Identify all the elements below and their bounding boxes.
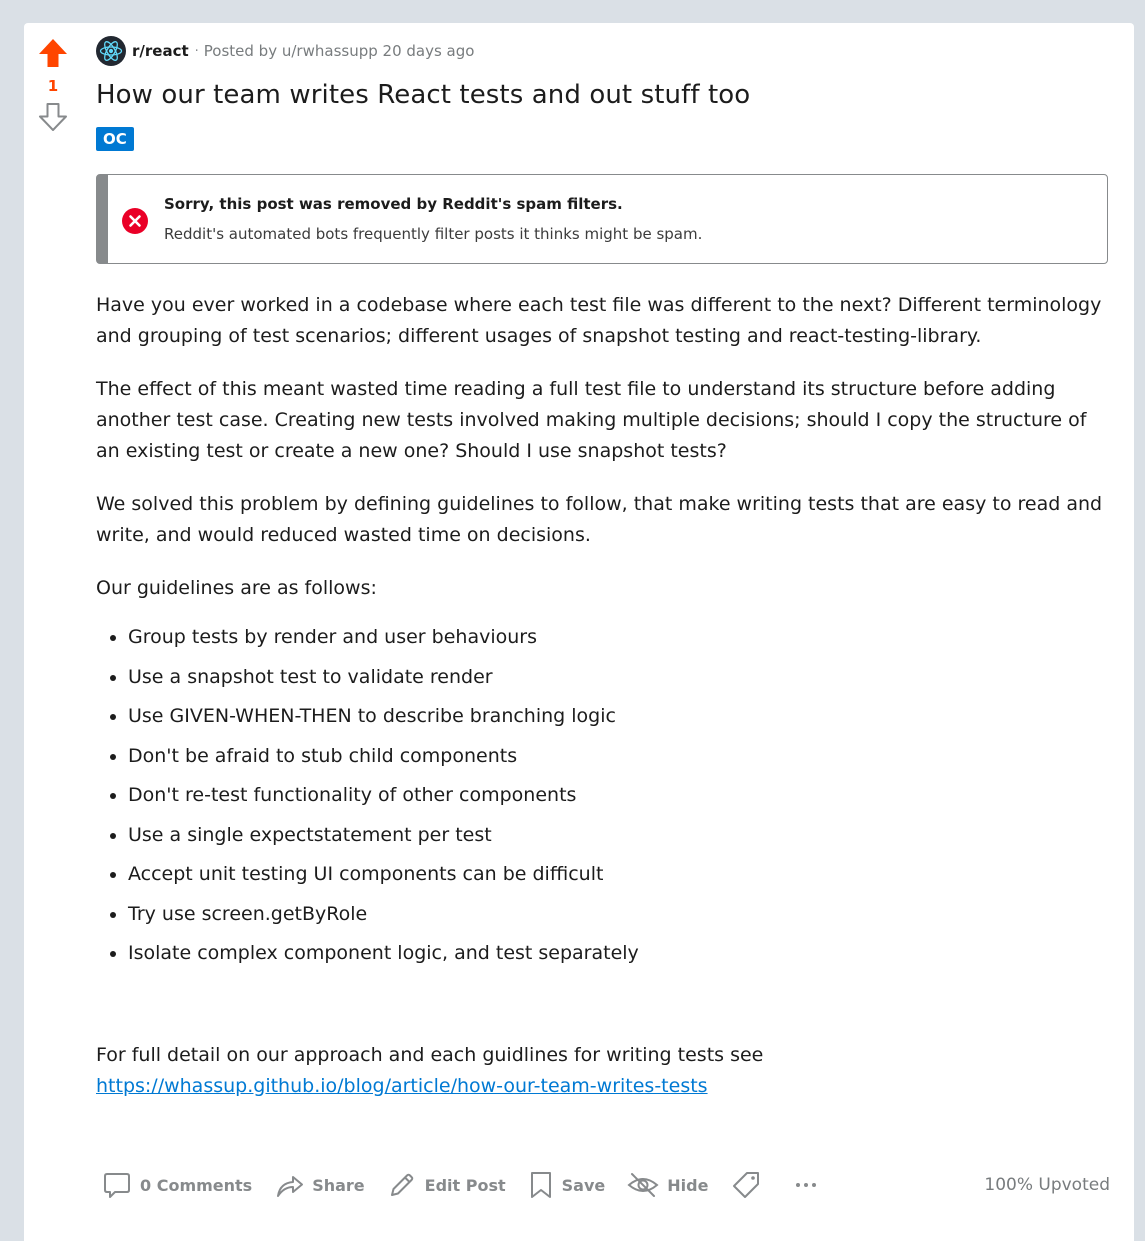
share-label: Share bbox=[312, 1175, 365, 1195]
post-timestamp[interactable]: 20 days ago bbox=[383, 42, 475, 60]
removal-text: Reddit's automated bots frequently filte… bbox=[164, 225, 703, 243]
post-meta: r/react · Posted by u/rwhassupp 20 days … bbox=[96, 35, 1110, 67]
list-item: Use GIVEN-WHEN-THEN to describe branchin… bbox=[128, 697, 1110, 737]
share-button[interactable]: Share bbox=[268, 1166, 370, 1204]
share-icon bbox=[277, 1176, 304, 1197]
post-flair[interactable]: OC bbox=[96, 127, 134, 151]
meta-separator: · bbox=[194, 43, 199, 59]
guidelines-list: Group tests by render and user behaviour… bbox=[96, 618, 1110, 974]
react-logo-icon bbox=[99, 41, 123, 61]
post-actions: 0 Comments Share Edit Post Save Hide 100… bbox=[96, 1163, 1110, 1207]
body-paragraph: The effect of this meant wasted time rea… bbox=[96, 378, 1087, 462]
error-icon bbox=[122, 208, 148, 234]
list-item: Try use screen.getByRole bbox=[128, 895, 1110, 935]
more-horizontal-icon bbox=[796, 1183, 817, 1187]
list-item: Don't be afraid to stub child components bbox=[128, 737, 1110, 777]
edit-post-label: Edit Post bbox=[424, 1175, 506, 1195]
author-link[interactable]: u/rwhassupp bbox=[282, 42, 378, 60]
body-paragraph: Our guidelines are as follows: bbox=[96, 577, 377, 599]
more-options-button[interactable] bbox=[786, 1166, 834, 1204]
comments-button[interactable]: 0 Comments bbox=[96, 1166, 258, 1204]
article-link[interactable]: https://whassup.github.io/blog/article/h… bbox=[96, 1075, 708, 1097]
hide-label: Hide bbox=[667, 1175, 709, 1195]
removal-notice: Sorry, this post was removed by Reddit's… bbox=[96, 174, 1108, 264]
post-title: How our team writes React tests and out … bbox=[96, 80, 751, 110]
list-item: Use a single expectstatement per test bbox=[128, 816, 1110, 856]
body-paragraph: We solved this problem by defining guide… bbox=[96, 493, 1103, 546]
subreddit-link[interactable]: r/react bbox=[132, 42, 189, 60]
list-item: Isolate complex component logic, and tes… bbox=[128, 934, 1110, 974]
posted-by-label: Posted by bbox=[203, 42, 278, 60]
vote-column: 1 bbox=[24, 23, 82, 133]
eye-slash-icon bbox=[627, 1173, 659, 1197]
hide-button[interactable]: Hide bbox=[621, 1166, 714, 1204]
bookmark-icon bbox=[530, 1172, 551, 1198]
downvote-arrow-icon[interactable] bbox=[37, 101, 69, 133]
subreddit-avatar[interactable] bbox=[96, 36, 126, 66]
flair-tag-button[interactable] bbox=[724, 1165, 776, 1205]
list-item: Don't re-test functionality of other com… bbox=[128, 776, 1110, 816]
comments-label: 0 Comments bbox=[140, 1175, 253, 1195]
post-card: 1 r/react · Posted by u/rwhassupp 20 day… bbox=[24, 23, 1134, 1241]
comment-icon bbox=[104, 1173, 130, 1198]
vote-score: 1 bbox=[47, 77, 59, 95]
body-footer: For full detail on our approach and each… bbox=[96, 1040, 1110, 1102]
upvote-ratio: 100% Upvoted bbox=[984, 1175, 1110, 1195]
edit-post-button[interactable]: Edit Post bbox=[381, 1166, 512, 1204]
save-label: Save bbox=[561, 1175, 606, 1195]
footer-text: For full detail on our approach and each… bbox=[96, 1043, 764, 1066]
list-item: Accept unit testing UI components can be… bbox=[128, 855, 1110, 895]
body-paragraph: Have you ever worked in a codebase where… bbox=[96, 294, 1102, 347]
save-button[interactable]: Save bbox=[522, 1166, 612, 1204]
list-item: Group tests by render and user behaviour… bbox=[128, 618, 1110, 658]
pencil-icon bbox=[390, 1173, 413, 1196]
post-body: Have you ever worked in a codebase where… bbox=[96, 290, 1110, 1102]
removal-title: Sorry, this post was removed by Reddit's… bbox=[164, 195, 623, 213]
tag-icon bbox=[733, 1172, 760, 1198]
upvote-arrow-icon[interactable] bbox=[37, 37, 69, 69]
post-content: r/react · Posted by u/rwhassupp 20 days … bbox=[96, 23, 1110, 1102]
list-item: Use a snapshot test to validate render bbox=[128, 658, 1110, 698]
